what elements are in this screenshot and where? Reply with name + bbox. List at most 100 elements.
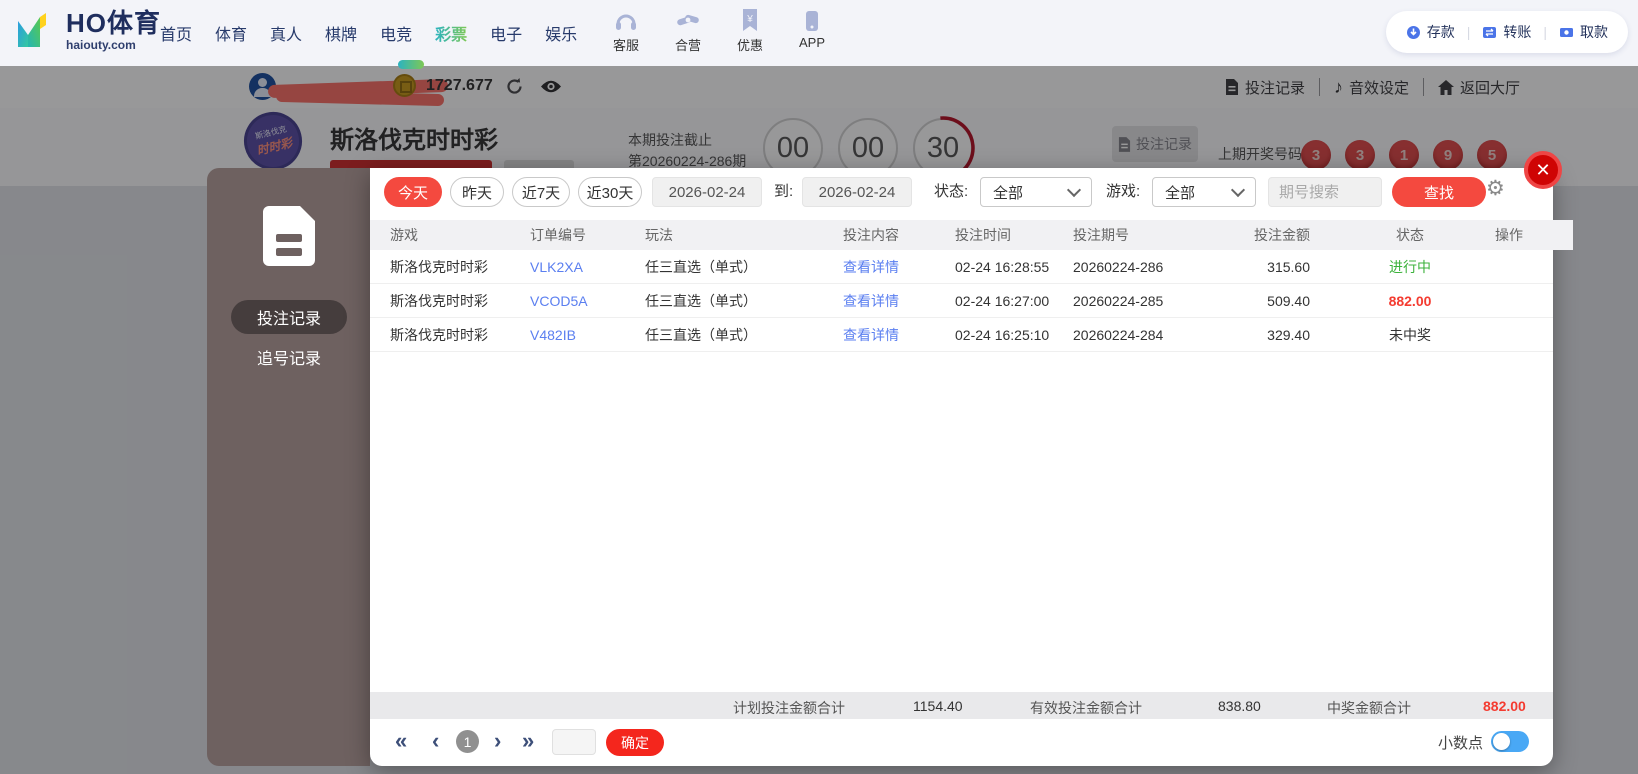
col-time: 投注时间 <box>955 227 1011 243</box>
filter-yesterday-button[interactable]: 昨天 <box>450 177 504 207</box>
cell-play: 任三直选（单式） <box>645 326 757 343</box>
cell-time: 02-24 16:27:00 <box>955 292 1050 309</box>
quick-item-partner[interactable]: 合营 <box>666 8 710 54</box>
top-nav: HO体育 haiouty.com 首页 体育 真人 棋牌 电竞 彩票 电子 娱乐… <box>0 0 1638 66</box>
col-amount: 投注金额 <box>1254 227 1310 243</box>
table-row: 斯洛伐克时时彩 VLK2XA 任三直选（单式） 查看详情 02-24 16:28… <box>370 250 1553 284</box>
filter-bar: 今天 昨天 近7天 近30天 到: 状态: 全部 游戏: 全部 查找 ⚙ <box>370 168 1553 214</box>
game-label: 游戏: <box>1106 183 1141 200</box>
cell-amount: 315.60 <box>1267 258 1310 275</box>
promo-ribbon-icon: ¥ <box>741 8 759 32</box>
table-header: 游戏 订单编号 玩法 投注内容 投注时间 投注期号 投注金额 状态 操作 <box>370 220 1573 250</box>
quick-label-partner: 合营 <box>674 38 701 53</box>
menu-item-esports[interactable]: 电竞 <box>380 21 412 45</box>
site-logo[interactable]: HO体育 haiouty.com <box>12 10 161 51</box>
cell-amount: 329.40 <box>1267 326 1310 343</box>
first-page-button[interactable]: « <box>395 728 407 754</box>
status-select[interactable]: 全部 <box>980 177 1092 207</box>
decimal-toggle-label: 小数点 <box>1437 735 1483 752</box>
deposit-button[interactable]: 存款 <box>1406 22 1455 42</box>
main-menu: 首页 体育 真人 棋牌 电竞 彩票 电子 娱乐 <box>160 0 577 66</box>
decimal-toggle-knob <box>1493 733 1510 750</box>
transfer-label: 转账 <box>1503 24 1532 40</box>
wallet-bar: 存款 | 转账 | 取款 <box>1385 11 1628 53</box>
filter-today-button[interactable]: 今天 <box>384 177 442 207</box>
records-document-icon <box>263 206 315 266</box>
order-link[interactable]: VCOD5A <box>530 293 645 309</box>
valid-total-label: 有效投注金额合计 <box>1030 700 1142 716</box>
quick-label-service: 客服 <box>612 38 639 53</box>
menu-item-slots[interactable]: 电子 <box>490 21 522 45</box>
cell-period: 20260224-285 <box>1073 292 1164 309</box>
game-select[interactable]: 全部 <box>1152 177 1256 207</box>
quick-item-app[interactable]: APP <box>790 8 834 54</box>
valid-total-value: 838.80 <box>1218 698 1261 714</box>
gear-icon[interactable]: ⚙ <box>1486 178 1505 199</box>
logo-mark-icon <box>18 12 46 47</box>
page-jump-input[interactable] <box>552 729 596 755</box>
deposit-label: 存款 <box>1426 24 1455 40</box>
view-details-link[interactable]: 查看详情 <box>843 257 955 277</box>
filter-7days-button[interactable]: 近7天 <box>512 177 570 207</box>
cell-time: 02-24 16:25:10 <box>955 326 1050 343</box>
svg-text:¥: ¥ <box>746 14 753 25</box>
next-page-button[interactable]: › <box>494 728 501 754</box>
period-search-input[interactable] <box>1268 177 1382 207</box>
current-page-button[interactable]: 1 <box>456 730 479 753</box>
transfer-button[interactable]: 转账 <box>1482 22 1531 42</box>
order-link[interactable]: VLK2XA <box>530 259 645 275</box>
cell-time: 02-24 16:28:55 <box>955 258 1050 275</box>
withdraw-button[interactable]: 取款 <box>1559 22 1608 42</box>
menu-item-sports[interactable]: 体育 <box>215 21 247 45</box>
wallet-separator: | <box>1466 24 1471 40</box>
active-menu-indicator <box>398 60 424 69</box>
decimal-toggle[interactable] <box>1491 731 1529 752</box>
transfer-icon <box>1483 26 1497 38</box>
col-game: 游戏 <box>390 227 418 243</box>
records-modal-sidebar: 投注记录 追号记录 <box>207 168 370 766</box>
col-status: 状态 <box>1396 227 1424 243</box>
handshake-icon <box>675 8 701 32</box>
view-details-link[interactable]: 查看详情 <box>843 325 955 345</box>
status-select-value: 全部 <box>993 184 1024 202</box>
cell-game: 斯洛伐克时时彩 <box>390 326 488 343</box>
quick-item-promo[interactable]: ¥ 优惠 <box>728 8 772 54</box>
game-select-value: 全部 <box>1165 184 1196 202</box>
modal-close-button[interactable]: ✕ <box>1524 151 1562 189</box>
page-confirm-button[interactable]: 确定 <box>606 729 664 756</box>
cell-period: 20260224-286 <box>1073 258 1164 275</box>
quick-label-app: APP <box>798 35 825 50</box>
chevron-down-icon <box>1230 182 1246 198</box>
quick-item-service[interactable]: 客服 <box>604 8 648 54</box>
view-details-link[interactable]: 查看详情 <box>843 291 955 311</box>
table-row: 斯洛伐克时时彩 VCOD5A 任三直选（单式） 查看详情 02-24 16:27… <box>370 284 1553 318</box>
menu-item-home[interactable]: 首页 <box>160 21 192 45</box>
deposit-icon <box>1406 25 1420 39</box>
quick-links: 客服 合营 ¥ 优惠 APP <box>604 8 834 54</box>
last-page-button[interactable]: » <box>522 728 534 754</box>
sidebar-item-chase-records[interactable]: 追号记录 <box>231 340 347 374</box>
search-button[interactable]: 查找 <box>1392 177 1486 207</box>
menu-item-lottery-active[interactable]: 彩票 <box>435 21 467 45</box>
col-play: 玩法 <box>645 227 673 243</box>
filter-30days-button[interactable]: 近30天 <box>578 177 642 207</box>
close-icon: ✕ <box>1535 159 1551 180</box>
date-to-label: 到: <box>774 183 794 200</box>
menu-item-entertainment[interactable]: 娱乐 <box>545 21 577 45</box>
wallet-separator: | <box>1543 24 1547 40</box>
order-link[interactable]: V482IB <box>530 327 645 343</box>
date-to-input[interactable] <box>802 177 912 207</box>
quick-label-promo: 优惠 <box>736 38 763 53</box>
plan-total-value: 1154.40 <box>913 698 963 714</box>
withdraw-icon <box>1560 27 1573 37</box>
sidebar-item-bet-records[interactable]: 投注记录 <box>231 300 347 334</box>
menu-item-board[interactable]: 棋牌 <box>325 21 357 45</box>
date-from-input[interactable] <box>652 177 762 207</box>
table-row: 斯洛伐克时时彩 V482IB 任三直选（单式） 查看详情 02-24 16:25… <box>370 318 1553 352</box>
win-total-value: 882.00 <box>1483 698 1526 714</box>
cell-play: 任三直选（单式） <box>645 258 757 275</box>
prev-page-button[interactable]: ‹ <box>432 728 439 754</box>
menu-item-live[interactable]: 真人 <box>270 21 302 45</box>
cell-status: 进行中 <box>1389 258 1431 275</box>
cell-status: 未中奖 <box>1389 326 1431 343</box>
